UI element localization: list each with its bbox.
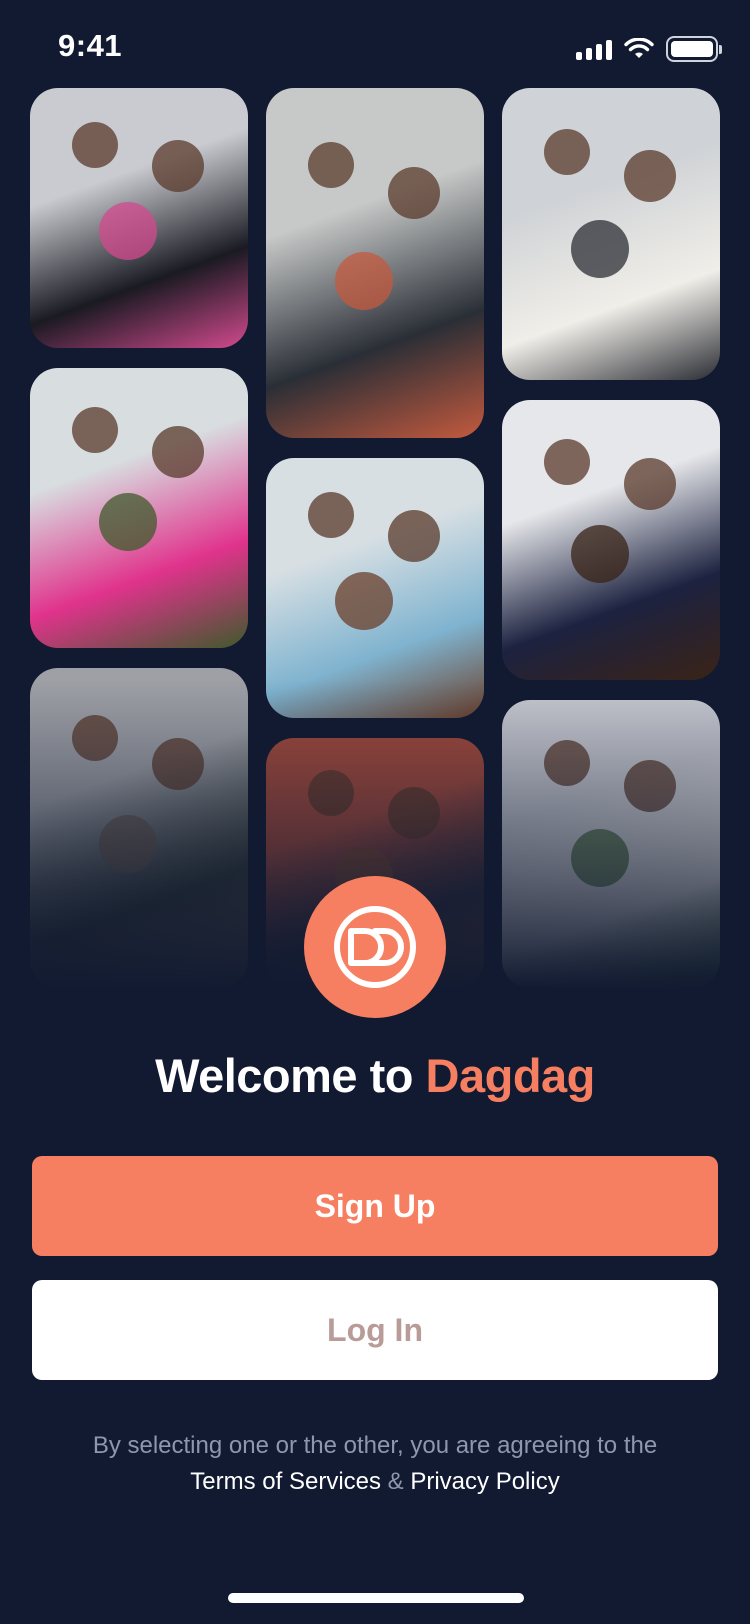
- photo-subject-shape: [308, 492, 355, 539]
- dagdag-logo: [304, 876, 446, 1018]
- photo-subject-shape: [571, 525, 630, 583]
- photo-subject-shape: [388, 787, 441, 839]
- photo-woman-confetti: [30, 668, 248, 988]
- home-indicator: [228, 1593, 524, 1603]
- photo-subject-shape: [571, 219, 630, 278]
- photo-subject-shape: [388, 510, 441, 562]
- photo-subject-shape: [72, 715, 119, 762]
- photo-subject-shape: [624, 458, 677, 510]
- photo-subject-shape: [72, 406, 119, 453]
- photo-subject-shape: [99, 815, 158, 873]
- photo-subject-shape: [152, 140, 205, 192]
- sign-up-button[interactable]: Sign Up: [32, 1156, 718, 1256]
- photo-kids-group: [266, 458, 484, 718]
- photo-subject-shape: [624, 149, 677, 202]
- photo-subject-shape: [152, 738, 205, 790]
- photo-group-on-stairs: [266, 88, 484, 438]
- photo-subject-shape: [72, 122, 119, 169]
- legal-separator: &: [381, 1468, 411, 1495]
- legal-notice: By selecting one or the other, you are a…: [0, 1428, 750, 1500]
- photo-subject-shape: [544, 129, 591, 176]
- photo-women-in-pink: [30, 368, 248, 648]
- photo-women-event-lanyards: [30, 88, 248, 348]
- photo-subject-shape: [99, 493, 158, 551]
- dagdag-logo-icon: [334, 906, 416, 988]
- photo-subject-shape: [152, 426, 205, 478]
- photo-subject-shape: [99, 202, 158, 260]
- terms-of-service-link[interactable]: Terms of Services: [190, 1468, 381, 1495]
- legal-text: By selecting one or the other, you are a…: [92, 1432, 658, 1459]
- photo-subject-shape: [544, 740, 591, 787]
- welcome-brand: Dagdag: [425, 1049, 596, 1102]
- photo-collage: [0, 0, 750, 990]
- privacy-policy-link[interactable]: Privacy Policy: [410, 1468, 559, 1495]
- photo-group-lying-on-blanket: [502, 700, 720, 988]
- photo-subject-shape: [571, 829, 630, 888]
- log-in-button[interactable]: Log In: [32, 1280, 718, 1380]
- legal-links: Terms of Services & Privacy Policy: [0, 1464, 750, 1500]
- welcome-prefix: Welcome to: [155, 1049, 426, 1102]
- photo-subject-shape: [544, 438, 591, 485]
- photo-woman-curly-hair: [502, 400, 720, 680]
- photo-subject-shape: [335, 251, 394, 310]
- photo-couple-hugging: [502, 88, 720, 380]
- photo-subject-shape: [335, 572, 394, 630]
- photo-subject-shape: [388, 167, 441, 219]
- photo-subject-shape: [624, 760, 677, 813]
- welcome-heading: Welcome to Dagdag: [0, 1048, 750, 1103]
- photo-subject-shape: [308, 770, 355, 816]
- photo-subject-shape: [308, 142, 355, 188]
